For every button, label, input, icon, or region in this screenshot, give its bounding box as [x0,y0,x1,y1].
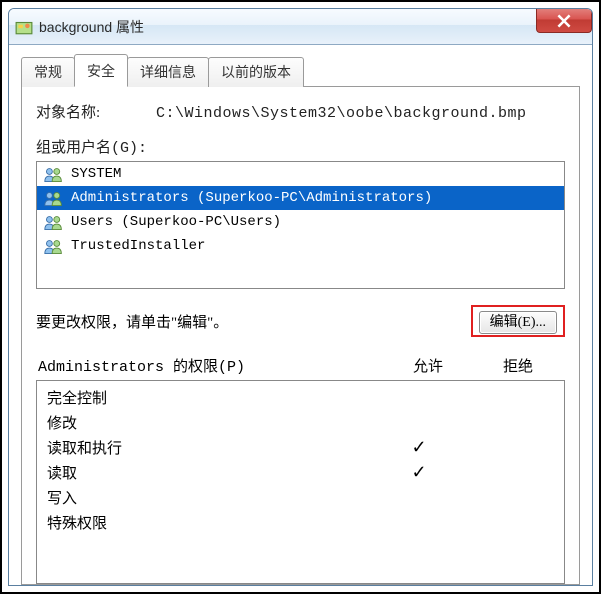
edit-button[interactable]: 编辑(E)... [479,311,557,334]
list-item-label: Administrators (Superkoo-PC\Administrato… [71,190,432,206]
group-user-list[interactable]: SYSTEM Administrators (Superkoo-PC\Admini… [36,161,565,289]
permission-allow: ✓ [374,437,464,458]
list-item-label: Users (Superkoo-PC\Users) [71,214,281,230]
permission-name: 写入 [47,487,374,508]
permission-row: 读取和执行✓ [37,435,564,460]
list-item-label: TrustedInstaller [71,238,205,254]
app-icon [15,18,33,36]
titlebar[interactable]: background 属性 [9,9,592,45]
tab-bar: 常规 安全 详细信息 以前的版本 [21,53,580,86]
properties-dialog: background 属性 常规 安全 详细信息 以前的版本 对象名称: C:\… [8,8,593,586]
permission-name: 读取和执行 [47,437,374,458]
list-item[interactable]: Users (Superkoo-PC\Users) [37,210,564,234]
edit-hint: 要更改权限，请单击"编辑"。 [36,311,471,332]
tab-general[interactable]: 常规 [21,57,75,87]
edit-button-highlight: 编辑(E)... [471,305,565,337]
permission-name: 特殊权限 [47,512,374,533]
permission-row: 读取✓ [37,460,564,485]
permission-row: 写入 [37,485,564,510]
list-item[interactable]: SYSTEM [37,162,564,186]
permissions-list: 完全控制修改读取和执行✓读取✓写入特殊权限 [36,380,565,584]
tab-label: 详细信息 [140,64,196,80]
permission-row: 特殊权限 [37,510,564,535]
close-button[interactable] [536,9,592,33]
deny-header: 拒绝 [473,355,563,376]
permission-name: 读取 [47,462,374,483]
tab-label: 安全 [87,63,115,79]
tab-label: 常规 [34,64,62,80]
list-item[interactable]: Administrators (Superkoo-PC\Administrato… [37,186,564,210]
list-item[interactable]: TrustedInstaller [37,234,564,258]
permissions-for-label: Administrators 的权限(P) [38,355,383,376]
permission-name: 完全控制 [47,387,374,408]
group-user-label: 组或用户名(G): [36,136,565,157]
tab-label: 以前的版本 [221,64,291,80]
tab-details[interactable]: 详细信息 [127,57,209,87]
group-icon [43,213,65,231]
group-icon [43,165,65,183]
permission-row: 完全控制 [37,385,564,410]
list-item-label: SYSTEM [71,166,121,182]
permission-name: 修改 [47,412,374,433]
permission-allow: ✓ [374,462,464,483]
close-icon [557,14,571,28]
tab-previous-versions[interactable]: 以前的版本 [208,57,304,87]
object-name-label: 对象名称: [36,101,126,122]
tab-security[interactable]: 安全 [74,54,128,87]
object-name-value: C:\Windows\System32\oobe\background.bmp [156,105,527,122]
security-panel: 对象名称: C:\Windows\System32\oobe\backgroun… [21,86,580,585]
window-title: background 属性 [39,17,144,37]
permission-row: 修改 [37,410,564,435]
edit-button-label: 编辑(E)... [490,315,546,330]
group-icon [43,189,65,207]
group-icon [43,237,65,255]
allow-header: 允许 [383,355,473,376]
